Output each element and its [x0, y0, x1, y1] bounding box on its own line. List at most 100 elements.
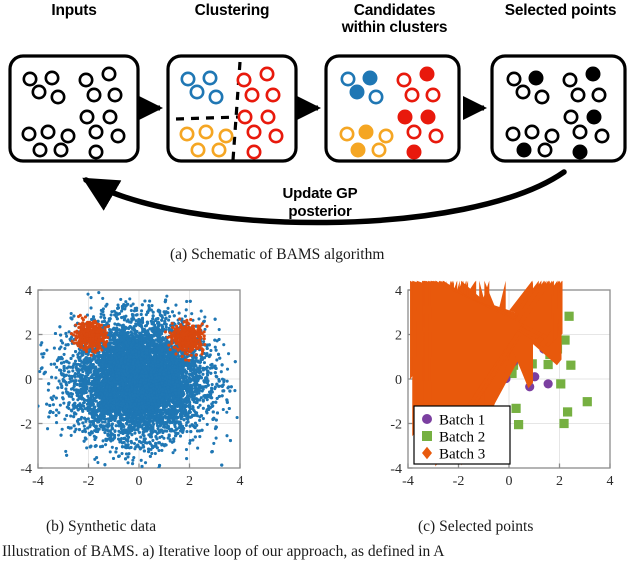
cluster-point-hollow	[86, 87, 102, 103]
scatter-point	[192, 409, 196, 413]
scatter-point	[55, 421, 59, 425]
scatter-point	[97, 291, 101, 295]
scatter-point	[209, 348, 213, 353]
scatter-point	[173, 448, 177, 452]
scatter-point	[88, 419, 92, 424]
scatter-point	[54, 376, 58, 380]
scatter-point	[134, 313, 138, 317]
cluster-point-hollow	[368, 89, 384, 105]
panel-box-selected	[490, 54, 627, 163]
cluster-point-hollow	[404, 87, 420, 103]
scatter-point	[201, 417, 205, 421]
scatter-point	[57, 379, 61, 383]
cluster-point-hollow	[189, 84, 205, 100]
cluster-point-hollow	[198, 124, 214, 140]
cluster-point-hollow	[21, 126, 37, 142]
scatter-point	[119, 297, 123, 301]
cluster-point-hollow	[32, 142, 48, 158]
scatter-point	[153, 452, 157, 456]
scatter-point	[188, 439, 192, 443]
chart-synthetic-data: -4 -2 0 2 4-4-2024	[20, 284, 243, 489]
cluster-point-hollow	[60, 128, 76, 144]
cluster-point-filled	[349, 84, 365, 100]
cluster-point-hollow	[505, 126, 521, 142]
cluster-point-hollow	[110, 128, 126, 144]
cluster-point-hollow	[524, 124, 540, 140]
cluster-point-hollow	[268, 128, 284, 144]
cluster-point-hollow	[208, 89, 224, 105]
scatter-point	[65, 413, 69, 418]
scatter-point	[185, 429, 189, 434]
cluster-point-hollow	[246, 124, 262, 140]
x-tick-label: -2	[83, 474, 95, 489]
y-tick-label: 4	[25, 284, 32, 299]
scatter-point	[67, 380, 71, 384]
scatter-point	[128, 297, 132, 301]
scatter-point	[225, 379, 229, 383]
cluster-point-hollow	[79, 109, 95, 125]
scatter-point	[139, 312, 143, 316]
x-tick-label: 0	[136, 474, 143, 489]
scatter-point	[55, 408, 59, 412]
cluster-point-filled	[586, 109, 602, 125]
scatter-point	[131, 458, 135, 462]
scatter-point	[171, 451, 175, 455]
scatter-point	[124, 452, 129, 456]
scatter-point	[215, 358, 219, 362]
scatter-point	[63, 346, 67, 351]
cluster-point-filled	[362, 70, 378, 86]
panel-box-candidates	[324, 54, 461, 163]
cluster-point-filled	[397, 109, 413, 125]
scatter-point	[226, 386, 230, 390]
cluster-point-hollow	[101, 66, 117, 82]
cluster-point-filled	[420, 109, 436, 125]
cluster-point-hollow	[265, 87, 281, 103]
scatter-point	[124, 300, 128, 304]
scatter-point	[168, 315, 172, 319]
feedback-label: Update GP posterior	[240, 185, 400, 220]
scatter-point	[160, 448, 164, 452]
cluster-point-hollow	[428, 128, 444, 144]
scatter-point	[101, 296, 105, 300]
figure-root: Inputs Clustering Candidates within clus…	[0, 0, 640, 561]
cluster-point-hollow	[246, 144, 262, 160]
cluster-point-hollow	[211, 142, 227, 158]
scatter-point	[174, 303, 178, 307]
cluster-point-hollow	[179, 126, 195, 142]
scatter-point	[148, 299, 152, 303]
scatter-point	[208, 353, 212, 357]
cluster-point-hollow	[340, 71, 356, 87]
scatter-point	[89, 296, 93, 300]
scatter-point	[133, 447, 137, 451]
scatter-point	[58, 403, 62, 407]
scatter-point	[62, 401, 66, 405]
scatter-point	[213, 385, 217, 389]
scatter-point	[45, 348, 49, 352]
cluster-point-hollow	[506, 71, 522, 87]
scatter-point	[46, 427, 50, 431]
scatter-point	[196, 446, 200, 450]
feedback-label-line1: Update GP	[282, 185, 358, 202]
cluster-point-hollow	[44, 70, 60, 86]
cluster-point-hollow	[78, 72, 94, 88]
cluster-point-hollow	[237, 109, 253, 125]
cluster-point-hollow	[425, 87, 441, 103]
cluster-point-hollow	[572, 124, 588, 140]
cluster-point-hollow	[50, 89, 66, 105]
scatter-point	[96, 460, 100, 465]
scatter-point	[197, 317, 201, 321]
scatter-point	[41, 355, 45, 359]
scatter-point	[55, 365, 59, 369]
scatter-point	[201, 372, 205, 376]
cluster-point-filled	[572, 144, 588, 160]
scatter-point	[191, 405, 195, 409]
scatter-point	[89, 306, 93, 310]
scatter-point	[164, 325, 168, 329]
y-tick-label: 0	[25, 373, 32, 388]
scatter-point	[101, 439, 105, 443]
cluster-point-filled	[350, 142, 366, 158]
scatter-point	[60, 427, 64, 431]
scatter-point	[120, 451, 124, 456]
scatter-point	[69, 433, 73, 437]
scatter-point	[52, 346, 56, 350]
